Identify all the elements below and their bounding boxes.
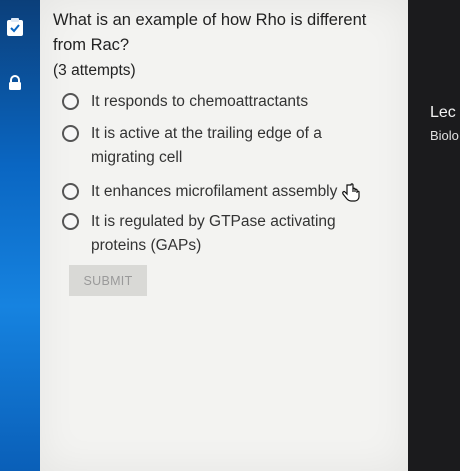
attempts-count: (3 attempts)	[53, 62, 136, 79]
answer-option-2[interactable]: It is active at the trailing edge of a m…	[62, 122, 382, 170]
submit-button[interactable]: SUBMIT	[69, 265, 147, 296]
radio-button[interactable]	[62, 213, 79, 230]
answer-option-3[interactable]: It enhances microfilament assembly	[62, 180, 382, 204]
answer-option-label: It responds to chemoattractants	[91, 93, 309, 110]
radio-button[interactable]	[62, 125, 79, 142]
radio-button[interactable]	[62, 183, 79, 200]
left-sidebar	[0, 0, 40, 471]
answer-option-label: It is active at the trailing edge of a m…	[91, 125, 322, 166]
clipboard-check-icon[interactable]	[4, 16, 26, 38]
answer-option-1[interactable]: It responds to chemoattractants	[62, 90, 382, 114]
radio-button[interactable]	[62, 93, 79, 110]
answer-option-label: It enhances microfilament assembly	[91, 183, 338, 200]
answer-option-4[interactable]: It is regulated by GTPase activating pro…	[62, 210, 382, 258]
right-panel-title[interactable]: Lec	[430, 104, 456, 122]
answer-option-label: It is regulated by GTPase activating pro…	[91, 213, 336, 254]
right-panel	[408, 0, 460, 471]
question-text: What is an example of how Rho is differe…	[53, 11, 367, 54]
question-card: What is an example of how Rho is differe…	[40, 0, 408, 471]
right-panel-subtitle: Biolo	[430, 128, 459, 143]
lock-icon	[4, 72, 26, 94]
hand-cursor-icon	[340, 182, 362, 204]
